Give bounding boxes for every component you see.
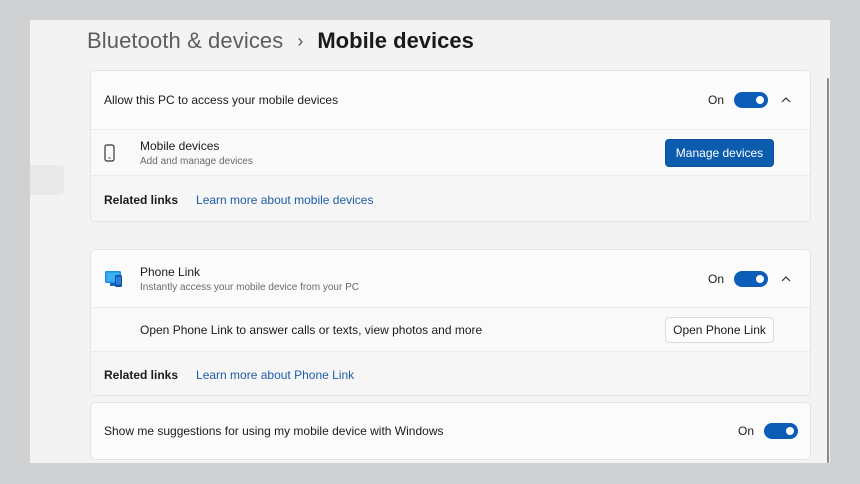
phone-link-related-links-row: Related links Learn more about Phone Lin… xyxy=(91,351,810,395)
phone-link-card: Phone Link Instantly access your mobile … xyxy=(90,249,811,396)
breadcrumb: Bluetooth & devices › Mobile devices xyxy=(87,26,474,56)
mobile-access-card: Allow this PC to access your mobile devi… xyxy=(90,70,811,222)
breadcrumb-parent[interactable]: Bluetooth & devices xyxy=(87,28,283,54)
phone-link-header[interactable]: Phone Link Instantly access your mobile … xyxy=(91,250,810,307)
open-phone-link-button[interactable]: Open Phone Link xyxy=(665,316,774,343)
manage-devices-button[interactable]: Manage devices xyxy=(665,138,774,167)
suggestions-toggle[interactable] xyxy=(764,423,798,439)
phone-link-title: Phone Link xyxy=(140,264,201,279)
mobile-access-title: Allow this PC to access your mobile devi… xyxy=(104,93,339,107)
suggestions-row[interactable]: Show me suggestions for using my mobile … xyxy=(91,403,810,459)
open-phone-link-row: Open Phone Link to answer calls or texts… xyxy=(91,307,810,351)
phone-link-subtitle: Instantly access your mobile device from… xyxy=(140,281,359,293)
chevron-up-icon[interactable] xyxy=(774,275,798,282)
related-links-label: Related links xyxy=(104,367,179,382)
learn-more-phone-link-link[interactable]: Learn more about Phone Link xyxy=(196,368,354,382)
phone-link-toggle[interactable] xyxy=(734,270,768,287)
mobile-access-header[interactable]: Allow this PC to access your mobile devi… xyxy=(91,71,810,129)
settings-window: Bluetooth & devices › Mobile devices All… xyxy=(30,20,830,463)
open-phone-link-text: Open Phone Link to answer calls or texts… xyxy=(140,322,483,337)
phone-link-app-icon xyxy=(104,270,140,288)
mobile-devices-title: Mobile devices xyxy=(140,138,220,153)
suggestions-card: Show me suggestions for using my mobile … xyxy=(90,402,811,460)
breadcrumb-separator: › xyxy=(297,30,304,51)
scrollbar[interactable] xyxy=(827,78,829,463)
mobile-access-state: On xyxy=(707,93,724,107)
phone-icon xyxy=(104,143,140,162)
related-links-label: Related links xyxy=(104,192,179,207)
mobile-devices-subtitle: Add and manage devices xyxy=(140,155,253,167)
mobile-access-toggle[interactable] xyxy=(734,92,768,108)
chevron-up-icon[interactable] xyxy=(774,97,798,103)
mobile-related-links-row: Related links Learn more about mobile de… xyxy=(91,175,810,221)
mobile-devices-row: Mobile devices Add and manage devices Ma… xyxy=(91,129,810,175)
suggestions-title: Show me suggestions for using my mobile … xyxy=(104,424,444,438)
page-title: Mobile devices xyxy=(317,28,474,53)
nav-pane-selection[interactable] xyxy=(30,165,64,195)
suggestions-state: On xyxy=(737,424,754,438)
learn-more-mobile-devices-link[interactable]: Learn more about mobile devices xyxy=(196,193,373,207)
phone-link-state: On xyxy=(707,271,724,286)
